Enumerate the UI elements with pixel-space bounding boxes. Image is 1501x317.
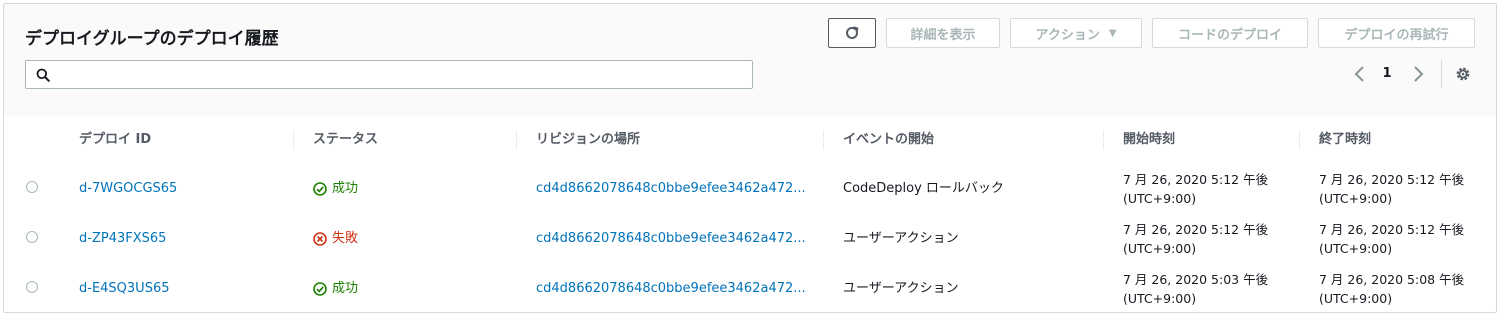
deployment-history-panel: デプロイグループのデプロイ履歴 詳細を表示 アクション ▼ コードのデプロイ デ… (3, 3, 1497, 313)
end-time-date: 7 月 26, 2020 5:12 午後 (1319, 172, 1465, 187)
search-icon (36, 68, 50, 82)
deployment-id-link[interactable]: d-ZP43FXS65 (79, 214, 166, 264)
end-time: 7 月 26, 2020 5:08 午後 (UTC+9:00) (1319, 270, 1464, 308)
event-start-text: ユーザーアクション (843, 281, 959, 296)
column-header-event-start[interactable]: イベントの開始 (843, 116, 934, 164)
page-title: デプロイグループのデプロイ履歴 (25, 29, 279, 49)
start-time-zone: (UTC+9:00) (1123, 191, 1197, 206)
pagination-divider (1441, 60, 1442, 88)
start-time-date: 7 月 26, 2020 5:12 午後 (1123, 172, 1269, 187)
column-header-deployment-id[interactable]: デプロイ ID (79, 116, 151, 164)
status-badge: 失敗 (313, 214, 358, 264)
column-divider (1103, 130, 1104, 150)
row-select-radio[interactable] (26, 231, 38, 243)
gear-icon (1456, 67, 1470, 81)
caret-down-icon: ▼ (1108, 27, 1117, 39)
retry-deployment-label: デプロイの再試行 (1344, 27, 1449, 43)
end-time: 7 月 26, 2020 5:12 午後 (UTC+9:00) (1319, 220, 1464, 258)
table-row[interactable]: d-7WGOCGS65 成功 cd4d8662078648c0bbe9efee3… (4, 164, 1496, 215)
column-header-start-time[interactable]: 開始時刻 (1123, 116, 1175, 164)
refresh-icon (846, 26, 859, 39)
end-time-date: 7 月 26, 2020 5:08 午後 (1319, 272, 1465, 287)
column-header-revision-location[interactable]: リビジョンの場所 (536, 116, 640, 164)
view-details-label: 詳細を表示 (910, 27, 976, 43)
deploy-code-button[interactable]: コードのデプロイ (1152, 18, 1308, 48)
start-time-date: 7 月 26, 2020 5:03 午後 (1123, 272, 1269, 287)
end-time: 7 月 26, 2020 5:12 午後 (UTC+9:00) (1319, 170, 1464, 208)
status-text: 成功 (332, 181, 359, 196)
view-details-button[interactable]: 詳細を表示 (886, 18, 1000, 48)
actions-label: アクション (1035, 27, 1100, 43)
column-header-end-time[interactable]: 終了時刻 (1319, 116, 1371, 164)
search-field[interactable] (25, 60, 753, 89)
chevron-left-icon (1354, 66, 1364, 82)
row-select-radio[interactable] (26, 181, 38, 193)
column-divider (823, 130, 824, 150)
panel-header: デプロイグループのデプロイ履歴 詳細を表示 アクション ▼ コードのデプロイ デ… (4, 4, 1496, 117)
table-row[interactable]: d-ZP43FXS65 失敗 cd4d8662078648c0bbe9efee3… (4, 214, 1496, 265)
end-time-date: 7 月 26, 2020 5:12 午後 (1319, 222, 1465, 237)
preferences-button[interactable] (1453, 62, 1475, 86)
actions-dropdown[interactable]: アクション ▼ (1010, 18, 1142, 48)
column-divider (293, 130, 294, 150)
start-time: 7 月 26, 2020 5:12 午後 (UTC+9:00) (1123, 220, 1268, 258)
revision-location-link[interactable]: cd4d8662078648c0bbe9efee3462a472... (536, 164, 806, 214)
column-divider (516, 130, 517, 150)
end-time-zone: (UTC+9:00) (1319, 191, 1393, 206)
previous-page-button[interactable] (1350, 62, 1370, 86)
next-page-button[interactable] (1408, 62, 1428, 86)
start-time-zone: (UTC+9:00) (1123, 291, 1197, 306)
start-time-zone: (UTC+9:00) (1123, 241, 1197, 256)
check-circle-icon (313, 282, 327, 296)
status-badge: 成功 (313, 164, 358, 214)
start-time: 7 月 26, 2020 5:03 午後 (UTC+9:00) (1123, 270, 1268, 308)
table-header: デプロイ ID ステータス リビジョンの場所 イベントの開始 開始時刻 終了時刻 (4, 116, 1496, 165)
column-header-status[interactable]: ステータス (313, 116, 378, 164)
current-page-number[interactable]: 1 (1380, 62, 1394, 86)
chevron-right-icon (1414, 66, 1424, 82)
end-time-zone: (UTC+9:00) (1319, 241, 1393, 256)
refresh-button[interactable] (828, 18, 876, 48)
event-start-text: ユーザーアクション (843, 231, 959, 246)
start-time: 7 月 26, 2020 5:12 午後 (UTC+9:00) (1123, 170, 1268, 208)
check-circle-icon (313, 182, 327, 196)
row-select-radio[interactable] (26, 281, 38, 293)
x-circle-icon (313, 232, 327, 246)
event-start-text: CodeDeploy ロールバック (843, 181, 1004, 196)
status-badge: 成功 (313, 264, 359, 312)
deployment-id-link[interactable]: d-E4SQ3US65 (79, 264, 170, 312)
revision-location-link[interactable]: cd4d8662078648c0bbe9efee3462a472... (536, 264, 806, 312)
deploy-code-label: コードのデプロイ (1177, 27, 1282, 43)
deployment-id-link[interactable]: d-7WGOCGS65 (79, 164, 177, 214)
column-divider (1299, 130, 1300, 150)
status-text: 成功 (332, 281, 359, 296)
retry-deployment-button[interactable]: デプロイの再試行 (1318, 18, 1475, 48)
end-time-zone: (UTC+9:00) (1319, 291, 1393, 306)
revision-location-link[interactable]: cd4d8662078648c0bbe9efee3462a472... (536, 214, 806, 264)
status-text: 失敗 (332, 231, 359, 246)
start-time-date: 7 月 26, 2020 5:12 午後 (1123, 222, 1269, 237)
search-input[interactable] (58, 64, 742, 87)
table-row[interactable]: d-E4SQ3US65 成功 cd4d8662078648c0bbe9efee3… (4, 264, 1496, 312)
